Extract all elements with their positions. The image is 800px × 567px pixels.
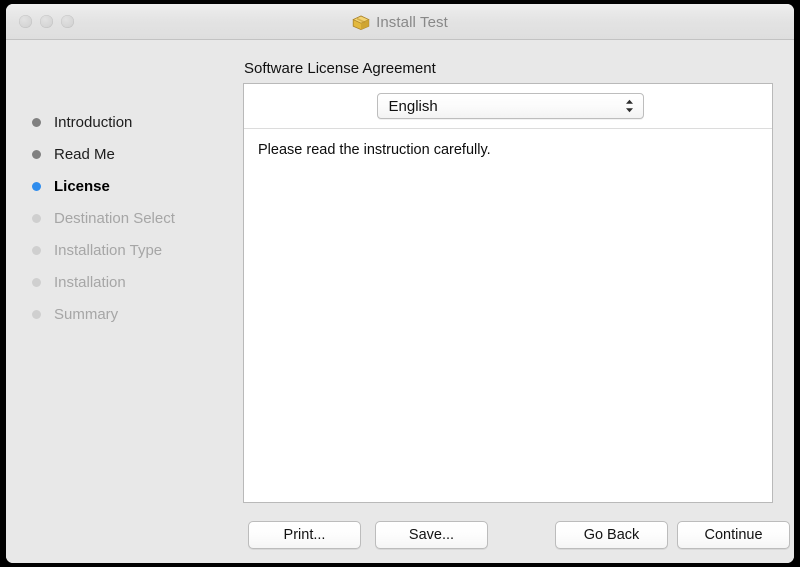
- go-back-button[interactable]: Go Back: [555, 521, 668, 549]
- sidebar-step-summary: Summary: [32, 298, 232, 330]
- step-list: Introduction Read Me License Destination…: [32, 106, 232, 330]
- sidebar-step-read-me: Read Me: [32, 138, 232, 170]
- sidebar-step-introduction: Introduction: [32, 106, 232, 138]
- print-button[interactable]: Print...: [248, 521, 361, 549]
- window-title-group: Install Test: [6, 4, 794, 40]
- continue-button[interactable]: Continue: [677, 521, 790, 549]
- page-title: Software License Agreement: [244, 60, 436, 77]
- step-bullet-icon: [32, 245, 41, 255]
- license-panel: English Please read the instruction care…: [243, 83, 773, 503]
- step-bullet-icon: [32, 117, 41, 127]
- button-row: Print... Save... Go Back Continue: [237, 521, 794, 563]
- sidebar-step-installation-type: Installation Type: [32, 234, 232, 266]
- sidebar-step-installation: Installation: [32, 266, 232, 298]
- language-select-value: English: [388, 97, 438, 115]
- save-button[interactable]: Save...: [375, 521, 488, 549]
- sidebar-step-destination-select: Destination Select: [32, 202, 232, 234]
- package-box-icon: [352, 14, 370, 31]
- language-bar: English: [244, 84, 772, 129]
- step-label: Installation Type: [54, 241, 163, 259]
- window-titlebar: Install Test: [6, 4, 794, 40]
- step-label: Installation: [54, 273, 126, 291]
- step-bullet-icon: [32, 277, 41, 287]
- step-bullet-icon: [32, 309, 41, 319]
- window-title: Install Test: [376, 13, 448, 31]
- installer-sidebar: Introduction Read Me License Destination…: [6, 40, 237, 563]
- step-label: Destination Select: [54, 209, 175, 227]
- license-text-area[interactable]: Please read the instruction carefully.: [244, 129, 772, 173]
- step-bullet-icon: [32, 213, 41, 223]
- license-text: Please read the instruction carefully.: [258, 142, 491, 158]
- step-label: Introduction: [54, 113, 133, 131]
- window-content: Introduction Read Me License Destination…: [6, 40, 794, 563]
- step-bullet-icon: [32, 149, 41, 159]
- installer-window: Install Test Introduction Read Me Licens…: [6, 4, 794, 563]
- sidebar-step-license: License: [32, 170, 232, 202]
- installer-main-pane: Software License Agreement English Pleas…: [237, 40, 794, 563]
- step-bullet-icon: [32, 181, 41, 191]
- chevron-up-down-icon: [624, 98, 635, 115]
- language-select[interactable]: English: [376, 93, 644, 119]
- step-label: License: [54, 177, 110, 195]
- step-label: Read Me: [54, 145, 115, 163]
- step-label: Summary: [54, 305, 119, 323]
